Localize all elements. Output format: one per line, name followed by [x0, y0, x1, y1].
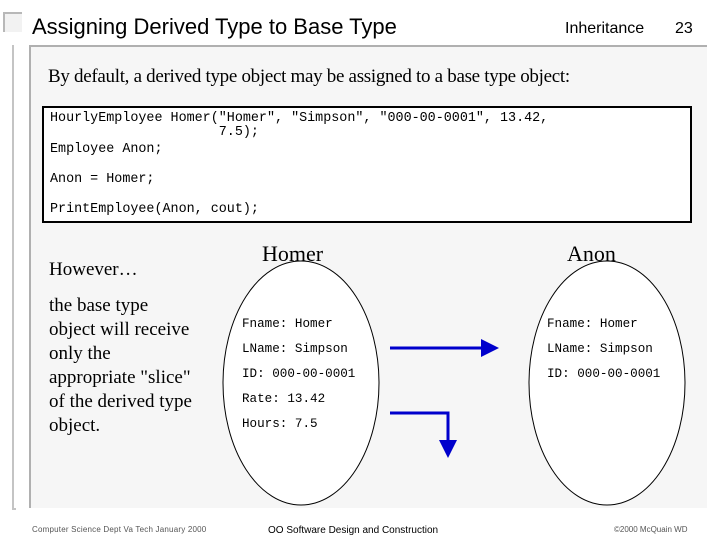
footer-left: Computer Science Dept Va Tech January 20…	[32, 525, 207, 534]
derived-field: ID: 000-00-0001	[242, 367, 356, 381]
slicing-diagram	[222, 260, 686, 506]
base-object-ellipse	[528, 260, 686, 506]
derived-field: Rate: 13.42	[242, 392, 326, 406]
base-field: Fname: Homer	[547, 317, 638, 331]
derived-object-ellipse	[222, 260, 380, 506]
derived-field: Hours: 7.5	[242, 417, 318, 431]
footer-center: OO Software Design and Construction	[268, 525, 439, 536]
base-field: ID: 000-00-0001	[547, 367, 661, 381]
base-object-title: Anon	[567, 241, 616, 266]
derived-field: Fname: Homer	[242, 317, 333, 331]
sliced-off-arrow	[390, 411, 457, 458]
footer-right: ©2000 McQuain WD	[614, 525, 688, 534]
derived-object-title: Homer	[262, 241, 324, 266]
derived-field: LName: Simpson	[242, 342, 348, 356]
base-field: LName: Simpson	[547, 342, 653, 356]
